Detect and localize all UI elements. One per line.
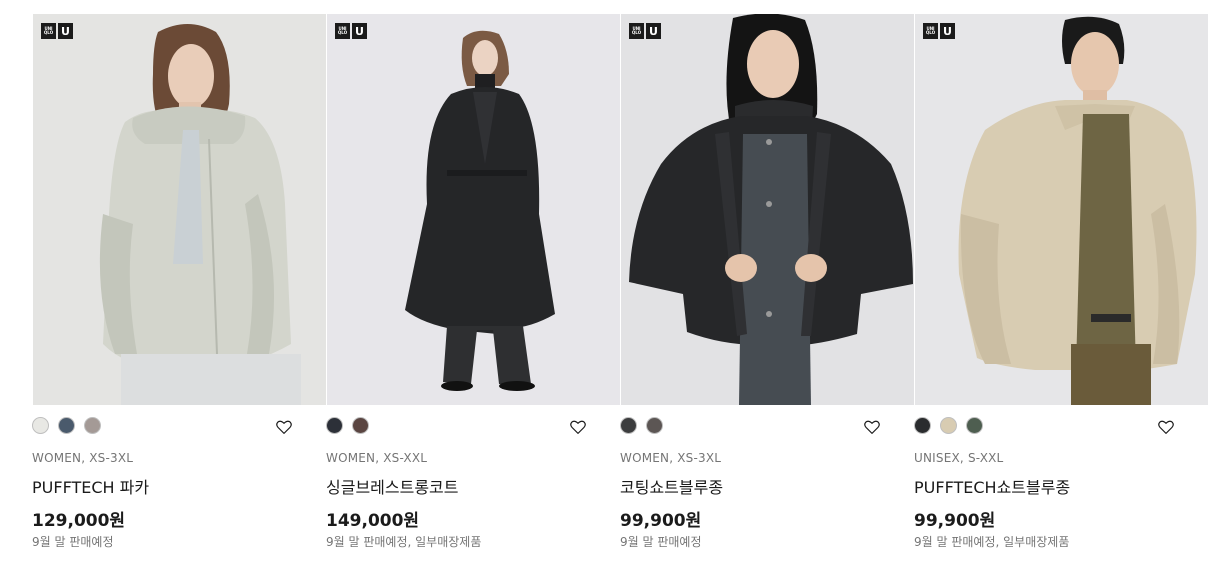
brand-logo: UNI QLO U <box>923 23 955 39</box>
product-card[interactable]: UNI QLO U WOMEN, XS-3XL PUFFTECH 파카 129,… <box>32 14 327 569</box>
product-card[interactable]: UNI QLO U WOMEN, XS-XXL 싱글브레스트롱코트 149,00… <box>326 14 621 569</box>
color-swatches <box>914 417 983 434</box>
color-swatch[interactable] <box>646 417 663 434</box>
product-image[interactable]: UNI QLO U <box>621 14 914 405</box>
color-swatches <box>32 417 101 434</box>
product-price: 99,900원 <box>620 511 702 531</box>
uniqlo-u-logo-mark: U <box>940 23 955 39</box>
color-swatches <box>326 417 369 434</box>
product-image[interactable]: UNI QLO U <box>915 14 1208 405</box>
product-name[interactable]: PUFFTECH쇼트블루종 <box>914 474 1070 498</box>
brand-logo: UNI QLO U <box>41 23 73 39</box>
color-swatch[interactable] <box>914 417 931 434</box>
uniqlo-u-logo-mark: U <box>352 23 367 39</box>
product-availability-note: 9월 말 판매예정 <box>620 535 702 549</box>
product-name[interactable]: 싱글브레스트롱코트 <box>326 474 458 498</box>
color-swatches <box>620 417 663 434</box>
product-gender-size: WOMEN, XS-3XL <box>32 451 134 465</box>
product-image[interactable]: UNI QLO U <box>327 14 620 405</box>
product-gender-size: UNISEX, S-XXL <box>914 451 1004 465</box>
color-swatch[interactable] <box>620 417 637 434</box>
product-card[interactable]: UNI QLO U WOMEN, XS-3XL 코팅쇼트블루종 99,900원 … <box>620 14 915 569</box>
color-swatch[interactable] <box>326 417 343 434</box>
product-name[interactable]: 코팅쇼트블루종 <box>620 474 723 498</box>
product-gender-size: WOMEN, XS-XXL <box>326 451 428 465</box>
product-name[interactable]: PUFFTECH 파카 <box>32 474 149 498</box>
product-gender-size: WOMEN, XS-3XL <box>620 451 722 465</box>
product-card[interactable]: UNI QLO U UNISEX, S-XXL PUFFTECH쇼트블루종 99… <box>914 14 1209 569</box>
product-availability-note: 9월 말 판매예정, 일부매장제품 <box>914 535 1070 549</box>
uniqlo-logo-mark: UNI QLO <box>923 23 938 39</box>
product-image[interactable]: UNI QLO U <box>33 14 326 405</box>
product-availability-note: 9월 말 판매예정 <box>32 535 114 549</box>
favorite-heart-icon[interactable] <box>275 418 293 436</box>
favorite-heart-icon[interactable] <box>569 418 587 436</box>
uniqlo-u-logo-mark: U <box>646 23 661 39</box>
uniqlo-logo-mark: UNI QLO <box>335 23 350 39</box>
brand-logo: UNI QLO U <box>335 23 367 39</box>
uniqlo-logo-mark: UNI QLO <box>41 23 56 39</box>
product-grid: UNI QLO U WOMEN, XS-3XL PUFFTECH 파카 129,… <box>32 14 1209 569</box>
brand-logo: UNI QLO U <box>629 23 661 39</box>
uniqlo-logo-mark: UNI QLO <box>629 23 644 39</box>
color-swatch[interactable] <box>352 417 369 434</box>
color-swatch[interactable] <box>966 417 983 434</box>
product-availability-note: 9월 말 판매예정, 일부매장제품 <box>326 535 482 549</box>
color-swatch[interactable] <box>940 417 957 434</box>
favorite-heart-icon[interactable] <box>863 418 881 436</box>
product-price: 149,000원 <box>326 511 420 531</box>
product-price: 99,900원 <box>914 511 996 531</box>
color-swatch[interactable] <box>32 417 49 434</box>
product-price: 129,000원 <box>32 511 126 531</box>
favorite-heart-icon[interactable] <box>1157 418 1175 436</box>
color-swatch[interactable] <box>58 417 75 434</box>
uniqlo-u-logo-mark: U <box>58 23 73 39</box>
color-swatch[interactable] <box>84 417 101 434</box>
